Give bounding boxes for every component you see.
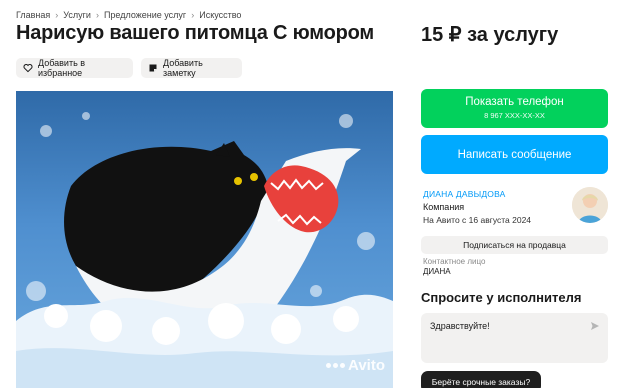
ask-message-input[interactable]: Здравствуйте! (421, 313, 608, 363)
send-icon[interactable] (590, 321, 600, 331)
breadcrumb-separator-icon: › (191, 10, 195, 20)
show-phone-label: Показать телефон (465, 96, 564, 108)
listing-price: 15 ₽ за услугу (421, 24, 559, 46)
ask-message-value: Здравствуйте! (430, 321, 490, 331)
subscribe-seller-button[interactable]: Подписаться на продавца (421, 236, 608, 254)
ask-performer-title: Спросите у исполнителя (421, 290, 582, 305)
write-message-button[interactable]: Написать сообщение (421, 135, 608, 174)
breadcrumb-separator-icon: › (95, 10, 99, 20)
avito-watermark-text: Avito (348, 357, 385, 374)
urgent-orders-button[interactable]: Берёте срочные заказы? (421, 371, 541, 388)
add-to-favorites-label: Добавить в избранное (38, 58, 86, 78)
seller-avatar[interactable] (572, 187, 608, 223)
note-icon (148, 63, 158, 73)
shark-cat-painting (16, 91, 393, 388)
listing-photo[interactable]: Avito (16, 91, 393, 388)
show-phone-button[interactable]: Показать телефон 8 967 XXX-XX-XX (421, 89, 608, 128)
add-to-favorites-button[interactable]: Добавить в избранное (16, 58, 133, 78)
breadcrumb-art[interactable]: Искусство (199, 10, 241, 20)
breadcrumb-separator-icon: › (55, 10, 59, 20)
phone-masked: 8 967 XXX-XX-XX (484, 111, 545, 120)
breadcrumb: Главная › Услуги › Предложение услуг › И… (16, 10, 241, 20)
contact-person-label: Контактное лицо (423, 257, 486, 266)
add-note-label: Добавить заметку (163, 58, 203, 78)
avito-logo-icon (326, 363, 346, 368)
add-note-button[interactable]: Добавить заметку (141, 58, 242, 78)
breadcrumb-services[interactable]: Услуги (63, 10, 91, 20)
breadcrumb-home[interactable]: Главная (16, 10, 50, 20)
contact-person-name: ДИАНА (423, 267, 451, 276)
seller-type: Компания (423, 202, 465, 212)
heart-icon (23, 63, 33, 73)
listing-title: Нарисую вашего питомца С юмором (16, 22, 374, 44)
breadcrumb-service-offers[interactable]: Предложение услуг (104, 10, 186, 20)
seller-since: На Авито с 16 августа 2024 (423, 215, 532, 225)
avito-watermark: Avito (326, 357, 385, 374)
seller-name-link[interactable]: ДИАНА ДАВЫДОВА (423, 189, 506, 199)
